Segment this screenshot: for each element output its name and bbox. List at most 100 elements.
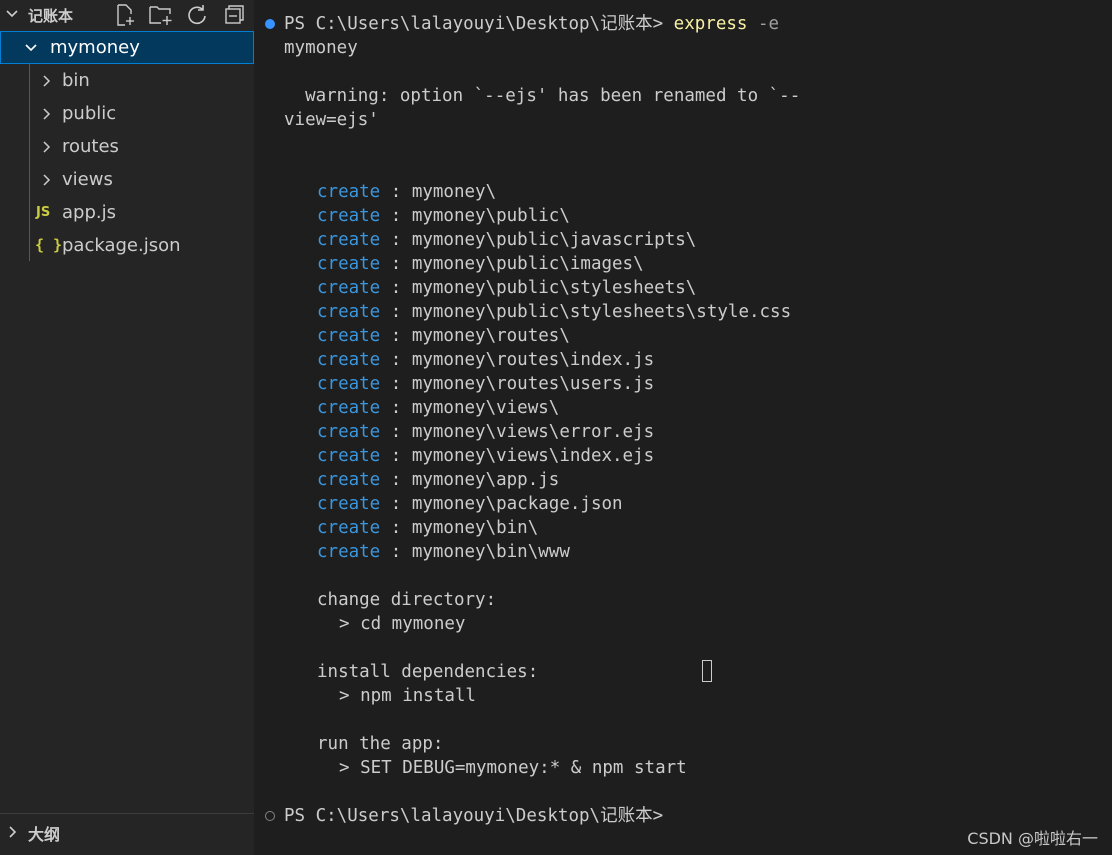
change-directory-label: change directory: xyxy=(317,590,497,610)
chevron-right-icon xyxy=(43,108,51,120)
chevron-right-icon xyxy=(9,826,17,838)
created-path: mymoney\public\stylesheets\ xyxy=(411,278,697,298)
tree-item-bin[interactable]: bin xyxy=(0,64,254,97)
install-label: install dependencies: xyxy=(317,662,539,682)
tree-item-routes[interactable]: routes xyxy=(0,130,254,163)
new-folder-icon[interactable] xyxy=(148,2,174,28)
create-line: create : mymoney\views\error.ejs xyxy=(317,422,655,442)
created-path: mymoney\app.js xyxy=(411,470,560,490)
create-line: create : mymoney\views\index.ejs xyxy=(317,446,655,466)
tree-item-label: views xyxy=(62,169,113,190)
created-path: mymoney\views\error.ejs xyxy=(411,422,655,442)
created-path: mymoney\routes\users.js xyxy=(411,374,655,394)
created-path: mymoney\routes\index.js xyxy=(411,350,655,370)
create-line: create : mymoney\public\stylesheets\styl… xyxy=(317,302,792,322)
folder-title: 记账本 xyxy=(28,7,74,25)
chevron-right-icon xyxy=(43,174,51,186)
create-line: create : mymoney\bin\www xyxy=(317,542,570,562)
command-success-icon[interactable] xyxy=(265,19,275,29)
tree-item-public[interactable]: public xyxy=(0,97,254,130)
outline-title: 大纲 xyxy=(28,825,61,844)
tree-item-mymoney[interactable]: mymoney xyxy=(0,31,254,64)
explorer-folder-header[interactable]: 记账本 xyxy=(0,0,254,30)
command-idle-icon[interactable] xyxy=(265,811,275,821)
change-directory-command: > cd mymoney xyxy=(339,614,466,634)
tree-item-label: bin xyxy=(62,70,90,91)
outline-section-header[interactable]: 大纲 xyxy=(0,813,254,850)
created-path: mymoney\public\stylesheets\style.css xyxy=(411,302,792,322)
create-keyword: create xyxy=(317,518,381,538)
final-prompt: PS C:\Users\lalayouyi\Desktop\记账本> xyxy=(284,806,664,826)
flag-text: -e xyxy=(757,14,780,34)
create-keyword: create xyxy=(317,542,381,562)
json-file-icon: { } xyxy=(35,236,63,254)
created-path: mymoney\public\ xyxy=(411,206,570,226)
terminal-command-line: PS C:\Users\lalayouyi\Desktop\记账本> expre… xyxy=(284,12,779,36)
create-keyword: create xyxy=(317,206,381,226)
create-keyword: create xyxy=(317,254,381,274)
create-keyword: create xyxy=(317,470,381,490)
create-line: create : mymoney\public\images\ xyxy=(317,254,644,274)
create-line: create : mymoney\routes\index.js xyxy=(317,350,655,370)
prompt-text: PS C:\Users\lalayouyi\Desktop\记账本> xyxy=(284,14,664,34)
indent-guide xyxy=(29,63,30,261)
create-keyword: create xyxy=(317,302,381,322)
tree-item-label: app.js xyxy=(62,202,116,223)
install-command: > npm install xyxy=(339,686,476,706)
chevron-down-icon xyxy=(6,10,18,18)
run-command: > SET DEBUG=mymoney:* & npm start xyxy=(339,758,687,778)
tree-item-label: routes xyxy=(62,136,119,157)
tree-item-app-js[interactable]: JS app.js xyxy=(0,196,254,229)
create-keyword: create xyxy=(317,326,381,346)
chevron-right-icon xyxy=(43,141,51,153)
create-line: create : mymoney\app.js xyxy=(317,470,560,490)
tree-item-label: mymoney xyxy=(50,37,140,58)
create-keyword: create xyxy=(317,278,381,298)
watermark: CSDN @啦啦右一 xyxy=(967,829,1098,848)
create-line: create : mymoney\ xyxy=(317,182,497,202)
create-line: create : mymoney\bin\ xyxy=(317,518,539,538)
terminal-panel[interactable]: PS C:\Users\lalayouyi\Desktop\记账本> expre… xyxy=(254,0,1112,855)
created-path: mymoney\package.json xyxy=(411,494,623,514)
warning-line-wrap: view=ejs' xyxy=(284,110,379,130)
javascript-file-icon: JS xyxy=(36,205,51,220)
created-path: mymoney\views\ xyxy=(411,398,560,418)
tree-item-views[interactable]: views xyxy=(0,163,254,196)
explorer-sidebar: 记账本 mymoney bin public routes views JS a… xyxy=(0,0,255,855)
command-text: express xyxy=(673,14,748,34)
chevron-down-icon xyxy=(25,44,37,52)
create-keyword: create xyxy=(317,350,381,370)
create-keyword: create xyxy=(317,398,381,418)
created-path: mymoney\bin\ xyxy=(411,518,539,538)
tree-item-label: public xyxy=(62,103,117,124)
create-line: create : mymoney\public\stylesheets\ xyxy=(317,278,697,298)
create-line: create : mymoney\package.json xyxy=(317,494,623,514)
created-path: mymoney\routes\ xyxy=(411,326,570,346)
new-file-icon[interactable] xyxy=(112,2,138,28)
terminal-cursor xyxy=(702,660,712,682)
terminal-command-wrap: mymoney xyxy=(284,38,358,58)
create-line: create : mymoney\public\javascripts\ xyxy=(317,230,697,250)
create-line: create : mymoney\views\ xyxy=(317,398,560,418)
create-line: create : mymoney\routes\ xyxy=(317,326,570,346)
warning-line: warning: option `--ejs' has been renamed… xyxy=(284,86,801,106)
create-keyword: create xyxy=(317,374,381,394)
create-keyword: create xyxy=(317,230,381,250)
tree-item-package-json[interactable]: { } package.json xyxy=(0,229,254,262)
created-path: mymoney\public\javascripts\ xyxy=(411,230,697,250)
create-line: create : mymoney\public\ xyxy=(317,206,570,226)
create-keyword: create xyxy=(317,446,381,466)
run-label: run the app: xyxy=(317,734,444,754)
create-keyword: create xyxy=(317,494,381,514)
collapse-all-icon[interactable] xyxy=(220,2,246,28)
refresh-icon[interactable] xyxy=(184,2,210,28)
created-path: mymoney\ xyxy=(411,182,497,202)
tree-item-label: package.json xyxy=(62,235,181,256)
created-path: mymoney\views\index.ejs xyxy=(411,446,655,466)
created-path: mymoney\public\images\ xyxy=(411,254,644,274)
chevron-right-icon xyxy=(43,75,51,87)
create-keyword: create xyxy=(317,182,381,202)
create-line: create : mymoney\routes\users.js xyxy=(317,374,655,394)
create-keyword: create xyxy=(317,422,381,442)
created-path: mymoney\bin\www xyxy=(411,542,570,562)
